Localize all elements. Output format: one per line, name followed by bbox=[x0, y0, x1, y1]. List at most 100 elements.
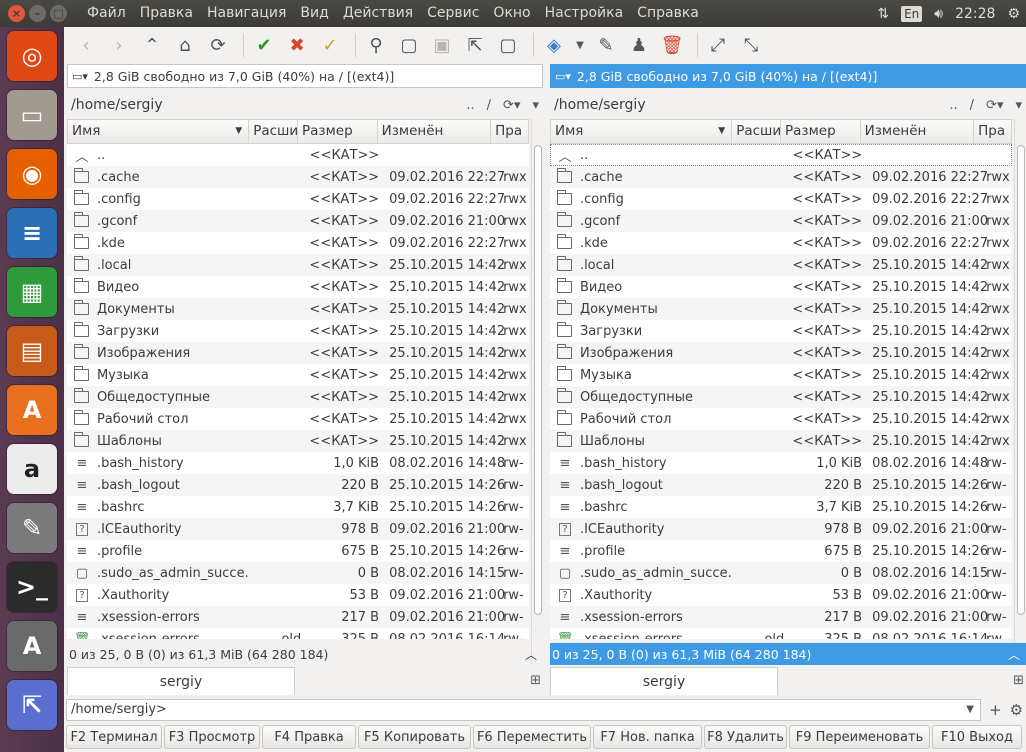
krusader-icon[interactable]: ⇱ bbox=[7, 680, 57, 730]
file-row[interactable]: Общедоступные <<КАТ>> 25.10.2015 14:42 rwx bbox=[550, 386, 1012, 408]
parent-dir-button[interactable]: .. bbox=[949, 98, 957, 113]
back-icon[interactable]: ‹ bbox=[72, 31, 100, 59]
invert-selection-icon[interactable]: ✓ bbox=[316, 31, 344, 59]
tab-sergiy[interactable]: sergiy bbox=[550, 667, 778, 695]
file-row[interactable]: ︿.. <<КАТ>> bbox=[550, 144, 1012, 166]
file-row[interactable]: Шаблоны <<КАТ>> 25.10.2015 14:42 rwx bbox=[550, 430, 1012, 452]
file-row[interactable]: .config <<КАТ>> 09.02.2016 22:27 rwx bbox=[67, 188, 529, 210]
menu-item[interactable]: Навигация bbox=[200, 0, 293, 27]
new-tab-button[interactable]: ⊞ bbox=[1013, 673, 1024, 688]
file-row[interactable]: ≡ .bashrc 3,7 KiB 25.10.2015 14:26 rw- bbox=[67, 496, 529, 518]
user-icon[interactable]: ♟ bbox=[625, 31, 653, 59]
terminal-toggle-icon[interactable]: ⚙ bbox=[1010, 701, 1023, 719]
menu-item[interactable]: Действия bbox=[336, 0, 420, 27]
fkey-f4-button[interactable]: F4 Правка bbox=[262, 725, 356, 749]
disk-info-bar[interactable]: ▭▾ 2,8 GiB свободно из 7,0 GiB (40%) на /… bbox=[67, 64, 543, 88]
file-row[interactable]: Документы <<КАТ>> 25.10.2015 14:42 rwx bbox=[550, 298, 1012, 320]
file-row[interactable]: ▢ .sudo_as_admin_succe... 0 B 08.02.2016 14… bbox=[550, 562, 1012, 584]
history-button[interactable]: ⟳▾ bbox=[503, 98, 520, 113]
new-file-icon[interactable]: ▢ bbox=[395, 31, 423, 59]
bookmarks-button[interactable]: ▾ bbox=[1015, 98, 1022, 113]
column-size[interactable]: Размер bbox=[781, 120, 861, 143]
file-row[interactable]: .kde <<КАТ>> 09.02.2016 22:27 rwx bbox=[67, 232, 529, 254]
file-row[interactable]: .kde <<КАТ>> 09.02.2016 22:27 rwx bbox=[550, 232, 1012, 254]
file-row[interactable]: .local <<КАТ>> 25.10.2015 14:42 rwx bbox=[67, 254, 529, 276]
file-row[interactable]: ? .Xauthority 53 B 09.02.2016 21:00 rw- bbox=[550, 584, 1012, 606]
command-input[interactable]: /home/sergiy> ▼ bbox=[66, 699, 981, 721]
file-row[interactable]: ≡ .xsession-errors 217 B 09.02.2016 21:00 rw… bbox=[67, 606, 529, 628]
file-row[interactable]: ▢ .sudo_as_admin_succe... 0 B 08.02.2016 14… bbox=[67, 562, 529, 584]
trash-icon[interactable]: 🗑︎ bbox=[658, 31, 686, 59]
scrollbar-thumb[interactable] bbox=[1017, 145, 1025, 615]
chevron-down-icon[interactable]: ▼ bbox=[966, 700, 974, 720]
minimize-window-button[interactable]: – bbox=[29, 5, 46, 22]
new-tab-icon[interactable]: ▢ bbox=[494, 31, 522, 59]
file-row[interactable]: ? .ICEauthority 978 B 09.02.2016 21:00 rw- bbox=[67, 518, 529, 540]
copy-to-icon[interactable]: ⇱ bbox=[461, 31, 489, 59]
file-row[interactable]: Изображения <<КАТ>> 25.10.2015 14:42 rwx bbox=[550, 342, 1012, 364]
file-row[interactable]: 🗑︎ .xsession-errors old 325 B 08.02.2016 16:… bbox=[550, 628, 1012, 640]
file-row[interactable]: ≡ .bash_logout 220 B 25.10.2015 14:26 rw- bbox=[550, 474, 1012, 496]
menu-item[interactable]: Сервис bbox=[420, 0, 486, 27]
scrollbar[interactable] bbox=[1014, 119, 1026, 664]
file-row[interactable]: ︿.. <<КАТ>> bbox=[67, 144, 529, 166]
menu-item[interactable]: Файл bbox=[80, 0, 133, 27]
file-row[interactable]: Общедоступные <<КАТ>> 25.10.2015 14:42 rwx bbox=[67, 386, 529, 408]
file-row[interactable]: .cache <<КАТ>> 09.02.2016 22:27 rwx bbox=[67, 166, 529, 188]
keyboard-layout-indicator[interactable]: En bbox=[901, 5, 923, 22]
gear-icon[interactable]: ⚙ bbox=[1007, 6, 1020, 22]
forward-icon[interactable]: › bbox=[105, 31, 133, 59]
chevron-down-icon[interactable]: ▼ bbox=[573, 31, 587, 59]
updater-icon[interactable]: A bbox=[7, 621, 57, 671]
file-row[interactable]: 🗑︎ .xsession-errors old 325 B 08.02.2016 16:… bbox=[67, 628, 529, 640]
fullscreen-icon[interactable]: ⤢ bbox=[704, 31, 732, 59]
fkey-f8-button[interactable]: F8 Удалить bbox=[704, 725, 787, 749]
file-row[interactable]: ≡ .bash_history 1,0 KiB 08.02.2016 14:48 rw- bbox=[550, 452, 1012, 474]
bookmarks-button[interactable]: ▾ bbox=[532, 98, 539, 113]
tab-sergiy[interactable]: sergiy bbox=[67, 667, 295, 695]
swap-panels-icon[interactable]: ⤡ bbox=[737, 31, 765, 59]
chevron-up-icon[interactable]: ︿ bbox=[525, 646, 537, 663]
file-row[interactable]: ? .ICEauthority 978 B 09.02.2016 21:00 rw- bbox=[550, 518, 1012, 540]
network-icon[interactable]: ⇅ bbox=[877, 6, 889, 22]
up-icon[interactable]: ⌃ bbox=[138, 31, 166, 59]
writer-icon[interactable]: ≡ bbox=[7, 208, 57, 258]
unselect-all-icon[interactable]: ✖ bbox=[283, 31, 311, 59]
add-icon[interactable]: + bbox=[989, 701, 1002, 719]
file-row[interactable]: Рабочий стол <<КАТ>> 25.10.2015 14:42 rwx bbox=[67, 408, 529, 430]
column-name[interactable]: Имя ▼ bbox=[551, 120, 733, 143]
fkey-f6-button[interactable]: F6 Переместить bbox=[473, 725, 591, 749]
column-modified[interactable]: Изменён bbox=[378, 120, 492, 143]
fkey-f9-button[interactable]: F9 Переименовать bbox=[789, 725, 930, 749]
file-row[interactable]: Изображения <<КАТ>> 25.10.2015 14:42 rwx bbox=[67, 342, 529, 364]
column-perms[interactable]: Пра bbox=[491, 120, 528, 143]
settings-icon[interactable]: ✎ bbox=[7, 503, 57, 553]
search-icon[interactable]: ⚲ bbox=[362, 31, 390, 59]
maximize-window-button[interactable]: □ bbox=[50, 5, 67, 22]
close-window-button[interactable]: × bbox=[8, 5, 25, 22]
file-row[interactable]: ≡ .bashrc 3,7 KiB 25.10.2015 14:26 rw- bbox=[550, 496, 1012, 518]
select-all-icon[interactable]: ✔ bbox=[250, 31, 278, 59]
file-row[interactable]: .config <<КАТ>> 09.02.2016 22:27 rwx bbox=[550, 188, 1012, 210]
scrollbar-thumb[interactable] bbox=[534, 145, 542, 615]
file-row[interactable]: Видео <<КАТ>> 25.10.2015 14:42 rwx bbox=[550, 276, 1012, 298]
menu-item[interactable]: Вид bbox=[293, 0, 335, 27]
history-button[interactable]: ⟳▾ bbox=[986, 98, 1003, 113]
root-dir-button[interactable]: / bbox=[487, 98, 491, 113]
edit-icon[interactable]: ✎ bbox=[592, 31, 620, 59]
fkey-f10-button[interactable]: F10 Выход bbox=[932, 725, 1022, 749]
new-tab-button[interactable]: ⊞ bbox=[530, 673, 541, 688]
column-modified[interactable]: Изменён bbox=[861, 120, 975, 143]
column-perms[interactable]: Пра bbox=[974, 120, 1011, 143]
file-row[interactable]: .gconf <<КАТ>> 09.02.2016 21:00 rwx bbox=[550, 210, 1012, 232]
menu-item[interactable]: Справка bbox=[630, 0, 706, 27]
firefox-icon[interactable]: ◉ bbox=[7, 149, 57, 199]
file-row[interactable]: Рабочий стол <<КАТ>> 25.10.2015 14:42 rwx bbox=[550, 408, 1012, 430]
file-row[interactable]: ≡ .xsession-errors 217 B 09.02.2016 21:00 rw… bbox=[550, 606, 1012, 628]
menu-item[interactable]: Настройка bbox=[538, 0, 631, 27]
file-row[interactable]: ≡ .profile 675 B 25.10.2015 14:26 rw- bbox=[550, 540, 1012, 562]
fkey-f3-button[interactable]: F3 Просмотр bbox=[164, 725, 260, 749]
file-row[interactable]: Музыка <<КАТ>> 25.10.2015 14:42 rwx bbox=[550, 364, 1012, 386]
file-row[interactable]: Документы <<КАТ>> 25.10.2015 14:42 rwx bbox=[67, 298, 529, 320]
file-row[interactable]: Музыка <<КАТ>> 25.10.2015 14:42 rwx bbox=[67, 364, 529, 386]
